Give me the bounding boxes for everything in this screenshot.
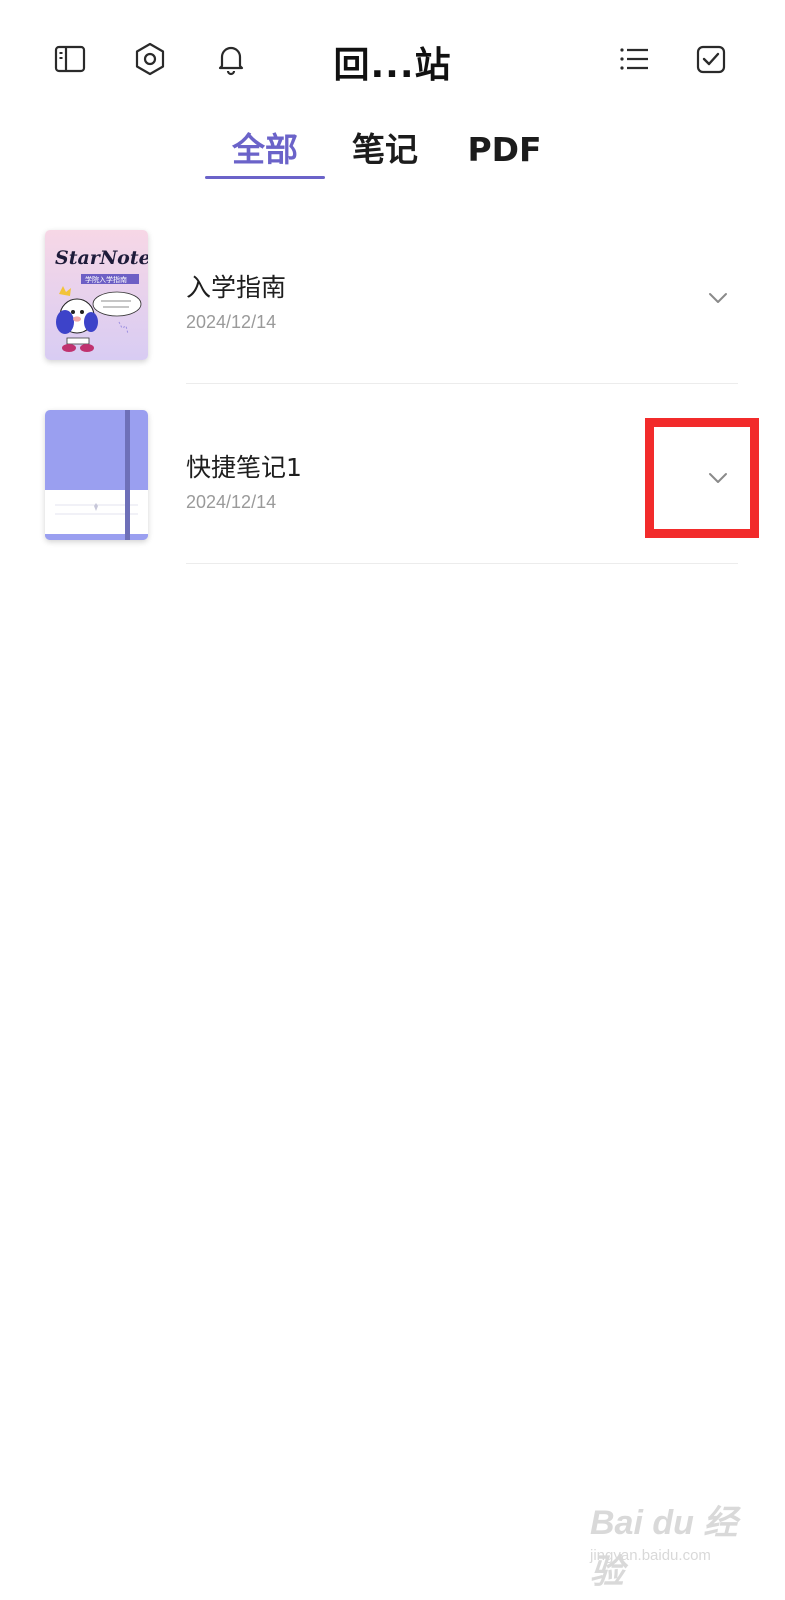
- top-bar: 回...站: [0, 0, 785, 120]
- settings-icon: [135, 42, 165, 76]
- active-tab-indicator: [205, 176, 325, 179]
- filter-tabs: 全部 笔记 PDF: [0, 124, 785, 184]
- divider: [186, 563, 738, 564]
- chevron-down-icon: [709, 293, 727, 303]
- list-item[interactable]: StarNote 学院入学指南 入学指南 2024/12/14: [0, 220, 785, 400]
- sidebar-icon: [54, 45, 86, 73]
- tab-notes[interactable]: 笔记: [330, 124, 440, 182]
- notebook-cover-illustration: [45, 410, 148, 540]
- bell-icon: [218, 46, 244, 76]
- check-square-icon: [696, 45, 726, 74]
- svg-text:学院入学指南: 学院入学指南: [85, 275, 127, 284]
- watermark-logo-text: Bai du 经验: [590, 1504, 738, 1591]
- svg-text:StarNote: StarNote: [55, 247, 148, 269]
- watermark-url: jingyan.baidu.com: [590, 1547, 711, 1564]
- app-screen: 回...站 全部 笔记 PDF StarNote 学院入学指南 入学指南 202…: [0, 0, 785, 1600]
- settings-button[interactable]: [129, 38, 171, 80]
- tab-all[interactable]: 全部: [205, 124, 325, 182]
- select-button[interactable]: [690, 38, 732, 80]
- page-title: 回...站: [333, 45, 452, 86]
- expand-button[interactable]: [698, 278, 738, 318]
- notebook-cover: [45, 410, 148, 540]
- sidebar-toggle-button[interactable]: [49, 38, 91, 80]
- watermark: Bai du 经验 jingyan.baidu.com: [590, 1475, 770, 1591]
- divider: [186, 383, 738, 384]
- item-title: 快捷笔记1: [186, 453, 302, 482]
- item-date: 2024/12/14: [186, 492, 277, 512]
- starnote-cover-illustration: StarNote 学院入学指南: [45, 230, 148, 360]
- list-icon: [620, 48, 648, 70]
- notifications-button[interactable]: [210, 38, 252, 80]
- notebook-cover: StarNote 学院入学指南: [45, 230, 148, 360]
- annotation-highlight-box: [645, 418, 759, 538]
- list-view-button[interactable]: [613, 38, 655, 80]
- item-title: 入学指南: [186, 273, 287, 302]
- item-date: 2024/12/14: [186, 312, 277, 332]
- tab-pdf[interactable]: PDF: [452, 124, 557, 182]
